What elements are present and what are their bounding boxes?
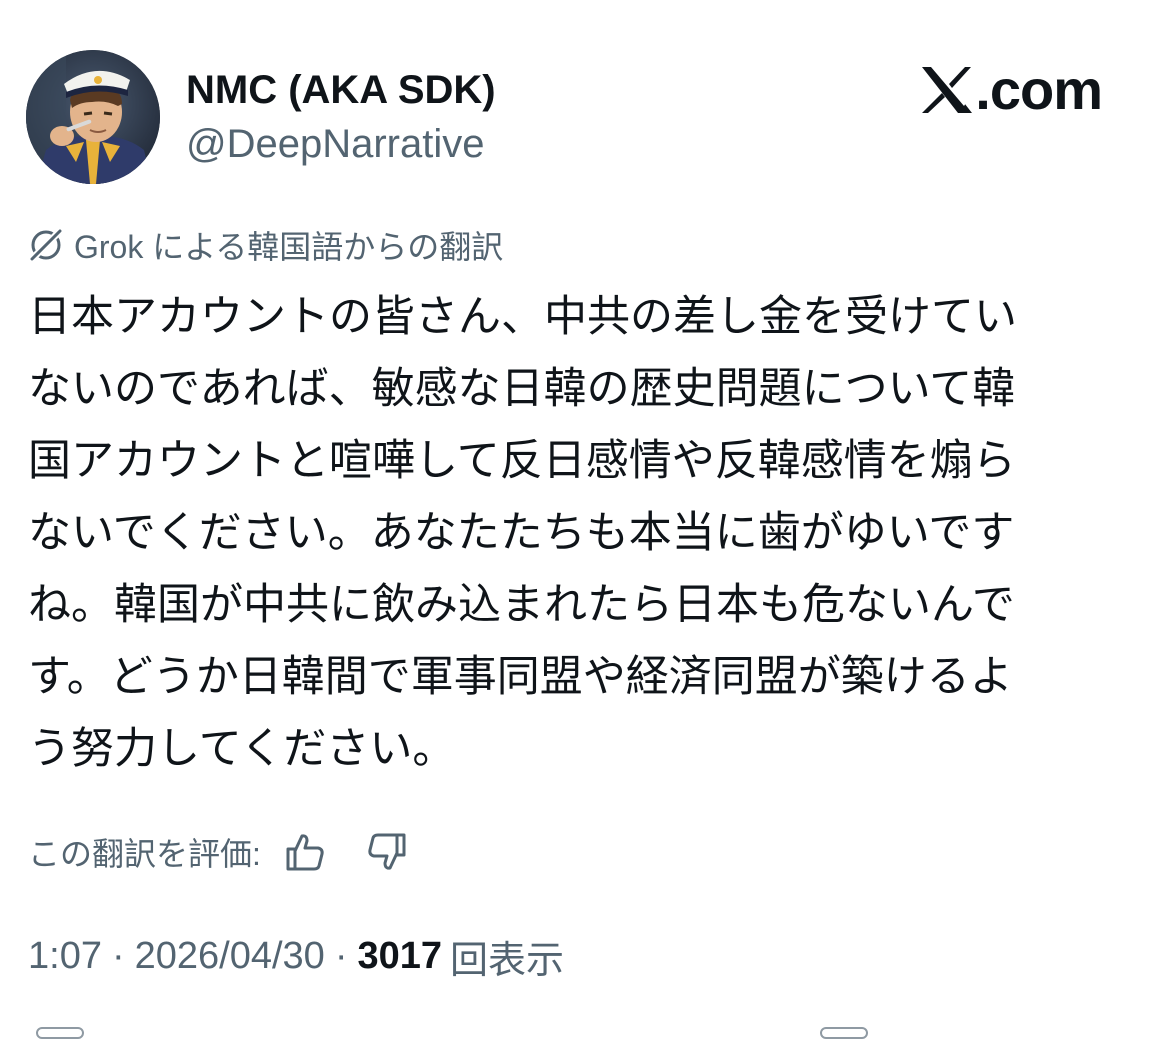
author-handle[interactable]: @DeepNarrative xyxy=(186,118,485,170)
meta-separator: · xyxy=(334,934,348,977)
action-bar-edge xyxy=(0,1024,1170,1039)
brand-text: .com xyxy=(975,58,1103,121)
anime-character-avatar-icon xyxy=(26,50,160,184)
views-count: 3017 xyxy=(357,934,443,977)
author-avatar[interactable] xyxy=(26,50,160,184)
thumbs-up-icon xyxy=(286,834,324,871)
post-meta: 1:07 · 2026/04/30 · 3017 回表示 xyxy=(28,928,564,984)
x-logo-icon xyxy=(921,66,973,114)
brand-watermark: .com xyxy=(921,58,1103,122)
grok-icon xyxy=(26,225,66,265)
rating-label: この翻訳を評価: xyxy=(28,836,261,872)
post-time[interactable]: 1:07 xyxy=(28,935,102,978)
bookmark-icon[interactable] xyxy=(820,1027,868,1039)
post-date[interactable]: 2026/04/30 xyxy=(135,935,325,978)
thumbs-up-button[interactable] xyxy=(281,828,329,876)
post-text: 日本アカウントの皆さん、中共の差し金を受けてい ないのであれば、敏感な日韓の歴史… xyxy=(28,293,1017,773)
translation-label: Grok による韓国語からの翻訳 xyxy=(74,229,504,265)
reply-icon[interactable] xyxy=(36,1027,84,1039)
meta-separator: · xyxy=(111,934,125,977)
translation-note[interactable]: Grok による韓国語からの翻訳 xyxy=(26,222,503,268)
views-label: 回表示 xyxy=(450,939,565,982)
author-display-name[interactable]: NMC (AKA SDK) xyxy=(186,64,496,116)
thumbs-down-button[interactable] xyxy=(363,828,411,876)
thumbs-down-icon xyxy=(368,833,406,870)
translation-rating: この翻訳を評価: xyxy=(28,824,411,880)
